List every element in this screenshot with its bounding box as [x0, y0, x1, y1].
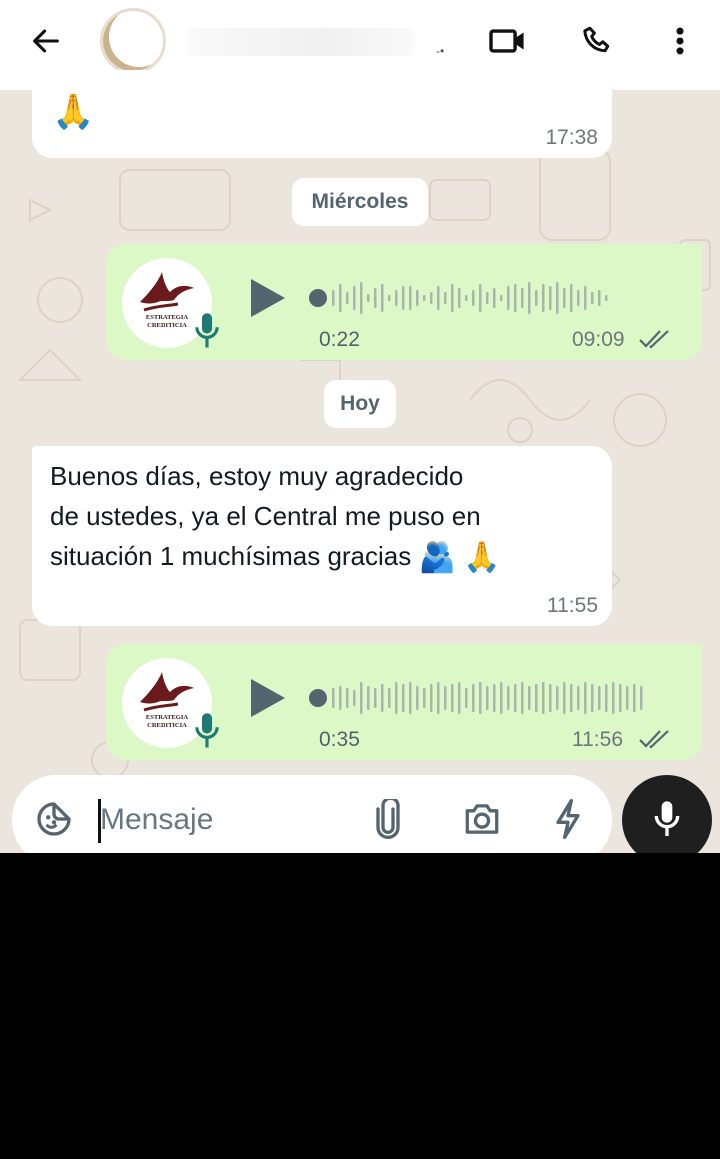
message-time: 11:55 — [547, 594, 598, 617]
chat-screen: -• 🙏 17:38 Miércoles ESTRATEGIA CREDITIC… — [0, 0, 720, 853]
video-call-button[interactable] — [484, 17, 532, 65]
message-line: situación 1 muchísimas gracias 🫂 🙏 — [50, 536, 590, 578]
more-vertical-icon — [676, 27, 684, 55]
sticker-button[interactable] — [32, 797, 76, 841]
message-composer — [12, 775, 612, 853]
camera-button[interactable] — [460, 797, 504, 841]
hug-emoji: 🫂 — [418, 541, 456, 575]
play-icon[interactable] — [248, 276, 288, 320]
audio-waveform[interactable] — [306, 678, 656, 718]
incoming-message[interactable]: 🙏 17:38 — [32, 70, 612, 158]
status-indicator: -• — [436, 44, 445, 58]
date-separator: Hoy — [324, 380, 396, 428]
message-line: de ustedes, ya el Central me puso en — [50, 501, 481, 531]
message-line-text: situación 1 muchísimas gracias — [50, 541, 412, 571]
date-separator: Miércoles — [292, 178, 428, 226]
double-check-icon — [639, 330, 669, 349]
audio-waveform[interactable] — [306, 278, 656, 318]
phone-icon — [583, 26, 610, 53]
message-time: 17:38 — [545, 126, 598, 149]
message-text: Buenos días, estoy muy agradecido de ust… — [50, 456, 590, 578]
mic-icon — [195, 313, 219, 348]
contact-avatar[interactable] — [100, 8, 166, 74]
outgoing-voice-message[interactable]: ESTRATEGIA CREDITICIA — [106, 244, 702, 360]
blank-area — [0, 853, 720, 1159]
pray-emoji: 🙏 — [52, 93, 95, 131]
voice-call-button[interactable] — [574, 17, 622, 65]
contact-name[interactable] — [185, 28, 415, 56]
outgoing-voice-message[interactable]: ESTRATEGIA CREDITICIA — [106, 644, 702, 760]
voice-duration: 0:35 — [319, 728, 360, 751]
play-icon[interactable] — [248, 676, 288, 720]
mic-icon — [654, 801, 680, 836]
attach-icon — [376, 799, 400, 839]
pray-emoji: 🙏 — [463, 541, 501, 575]
attach-button[interactable] — [366, 797, 410, 841]
flash-icon — [556, 799, 580, 839]
message-time: 11:56 — [572, 728, 623, 751]
quick-reply-button[interactable] — [546, 797, 590, 841]
back-button[interactable] — [22, 17, 70, 65]
double-check-icon — [639, 730, 669, 749]
voice-duration: 0:22 — [319, 328, 360, 351]
more-options-button[interactable] — [656, 17, 704, 65]
message-line: Buenos días, estoy muy agradecido — [50, 461, 464, 491]
video-call-icon — [489, 29, 524, 53]
message-input[interactable] — [100, 795, 350, 845]
camera-icon — [465, 804, 499, 834]
arrow-left-icon — [33, 29, 59, 53]
mic-icon — [195, 713, 219, 748]
sticker-icon — [37, 802, 71, 836]
message-time: 09:09 — [572, 328, 625, 351]
